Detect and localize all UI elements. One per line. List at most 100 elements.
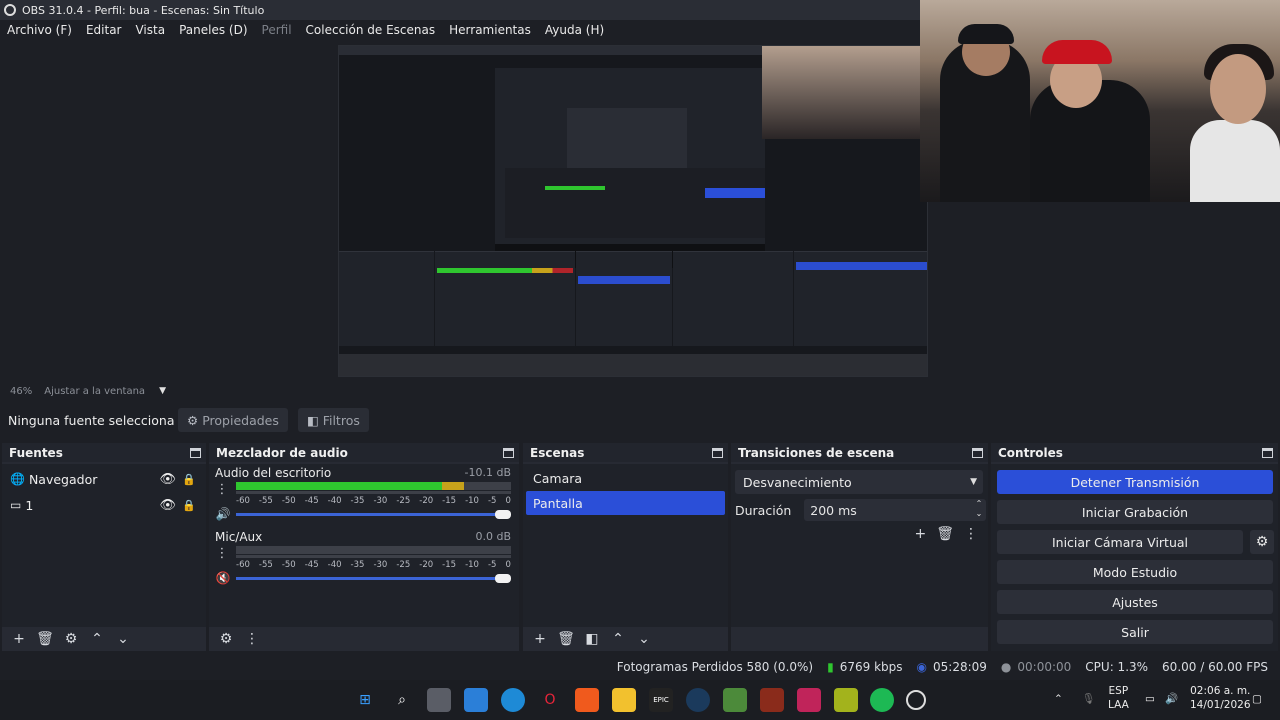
task-view-icon[interactable]: [427, 688, 451, 712]
duration-input[interactable]: 200 ms ⌃ ⌄: [804, 499, 987, 521]
lock-icon[interactable]: 🔒: [182, 473, 196, 486]
transitions-toolbar: [731, 627, 988, 651]
source-item[interactable]: 🌐 Navegador 👁 🔒: [2, 466, 206, 492]
scale-tick: -60: [236, 560, 250, 570]
chevron-up-icon[interactable]: ⌃: [605, 631, 631, 647]
edge-icon[interactable]: [501, 688, 525, 712]
transition-tools: + 🗑 ⋮: [914, 526, 978, 542]
eye-icon[interactable]: 👁: [159, 472, 176, 487]
spin-icon[interactable]: ⌃ ⌄: [976, 499, 983, 519]
volume-slider[interactable]: [236, 510, 511, 519]
scene-name: Camara: [533, 470, 583, 486]
windows-start-icon[interactable]: ⊞: [353, 688, 377, 712]
menu-vista[interactable]: Vista: [128, 23, 172, 37]
opera-icon[interactable]: O: [538, 688, 562, 712]
stop-stream-button[interactable]: Detener Transmisión: [997, 470, 1273, 494]
folder-icon[interactable]: [612, 688, 636, 712]
chevron-up-icon[interactable]: ⌃: [84, 631, 110, 647]
add-icon[interactable]: +: [527, 631, 553, 647]
float-dock-icon[interactable]: [503, 447, 514, 458]
store-icon[interactable]: [464, 688, 488, 712]
search-icon[interactable]: ⌕: [390, 688, 414, 712]
obs-icon[interactable]: [906, 690, 926, 710]
add-icon[interactable]: +: [914, 526, 926, 542]
more-options-icon[interactable]: ⋮: [964, 526, 978, 542]
epic-games-icon[interactable]: EPIC: [649, 688, 673, 712]
zoom-dropdown-icon[interactable]: ▼: [159, 386, 166, 396]
scene-item-selected[interactable]: Pantalla: [526, 491, 725, 515]
chevron-down-icon[interactable]: ⌄: [110, 631, 136, 647]
muted-speaker-icon[interactable]: 🔇: [215, 571, 231, 585]
scale-tick: -25: [396, 496, 411, 506]
trash-icon[interactable]: 🗑: [553, 631, 579, 647]
transition-select[interactable]: Desvanecimiento ▼: [735, 470, 983, 494]
scale-tick: -35: [350, 496, 365, 506]
meter-scale: -60 -55 -50 -45 -40 -35 -30 -25 -20 -15 -10 -5 0: [236, 560, 511, 570]
channel-name: Mic/Aux: [215, 530, 263, 544]
chevron-down-icon[interactable]: ⌄: [631, 631, 657, 647]
preview-canvas[interactable]: [0, 0, 1280, 382]
speaker-icon[interactable]: 🔊: [215, 507, 231, 521]
trash-icon[interactable]: 🗑: [936, 526, 954, 542]
menu-editar[interactable]: Editar: [79, 23, 129, 37]
scale-tick: -30: [373, 560, 388, 570]
microphone-icon[interactable]: 🎙: [1082, 692, 1095, 706]
source-item[interactable]: ▭ 1 👁 🔒: [2, 492, 206, 518]
stream-time-value: 05:28:09: [933, 660, 987, 674]
filters-button[interactable]: ◧ Filtros: [297, 408, 369, 432]
app-icon[interactable]: [834, 688, 858, 712]
meter-level: [236, 482, 465, 490]
float-dock-icon[interactable]: [190, 447, 201, 458]
record-icon: ●: [1000, 660, 1012, 674]
brave-icon[interactable]: [575, 688, 599, 712]
gear-icon[interactable]: ⚙: [58, 631, 84, 647]
add-icon[interactable]: +: [6, 631, 32, 647]
scale-tick: -15: [442, 560, 457, 570]
tray-chevron-icon[interactable]: ⌃: [1054, 692, 1063, 706]
transitions-title: Transiciones de escena: [738, 445, 895, 460]
eye-icon[interactable]: 👁: [159, 498, 176, 513]
float-dock-icon[interactable]: [1262, 447, 1273, 458]
advanced-audio-icon[interactable]: ⚙: [213, 631, 239, 647]
scene-item[interactable]: Camara: [526, 466, 725, 490]
lock-icon[interactable]: 🔒: [182, 499, 196, 512]
network-icon[interactable]: ▭: [1145, 692, 1155, 706]
more-options-icon[interactable]: ⋮: [215, 546, 229, 561]
start-record-button[interactable]: Iniciar Grabación: [997, 500, 1273, 524]
menu-coleccion[interactable]: Colección de Escenas: [299, 23, 443, 37]
gear-icon[interactable]: ⚙: [1250, 530, 1274, 554]
menu-ayuda[interactable]: Ayuda (H): [538, 23, 611, 37]
float-dock-icon[interactable]: [712, 447, 723, 458]
trash-icon[interactable]: 🗑: [32, 631, 58, 647]
language-indicator[interactable]: ESP LAA: [1108, 684, 1129, 712]
steam-icon[interactable]: [686, 688, 710, 712]
properties-button[interactable]: ⚙ Propiedades: [178, 408, 288, 432]
more-options-icon[interactable]: ⋮: [239, 631, 265, 647]
scale-tick: -20: [419, 496, 434, 506]
sources-toolbar: + 🗑 ⚙ ⌃ ⌄: [2, 627, 206, 651]
studio-mode-button[interactable]: Modo Estudio: [997, 560, 1273, 584]
spotify-icon[interactable]: [870, 688, 894, 712]
menu-perfil[interactable]: Perfil: [255, 23, 299, 37]
notification-icon[interactable]: ▢: [1252, 692, 1262, 706]
volume-icon[interactable]: 🔊: [1165, 692, 1178, 706]
more-options-icon[interactable]: ⋮: [215, 482, 229, 497]
game-icon[interactable]: [760, 688, 784, 712]
start-virtualcam-button[interactable]: Iniciar Cámara Virtual: [997, 530, 1243, 554]
status-bar: Fotogramas Perdidos 580 (0.0%) ▮ 6769 kbp…: [0, 654, 1280, 680]
zoom-fit-label[interactable]: Ajustar a la ventana: [44, 386, 145, 397]
volume-meter: [236, 546, 511, 558]
scale-tick: -55: [258, 560, 273, 570]
menu-archivo[interactable]: Archivo (F): [0, 23, 79, 37]
settings-button[interactable]: Ajustes: [997, 590, 1273, 614]
app-icon[interactable]: [797, 688, 821, 712]
broadcast-icon: ◉: [916, 660, 927, 674]
exit-button[interactable]: Salir: [997, 620, 1273, 644]
clock[interactable]: 02:06 a. m. 14/01/2026: [1190, 684, 1251, 712]
float-dock-icon[interactable]: [972, 447, 983, 458]
minecraft-icon[interactable]: [723, 688, 747, 712]
volume-slider[interactable]: [236, 574, 511, 583]
menu-paneles[interactable]: Paneles (D): [172, 23, 254, 37]
filter-icon[interactable]: ◧: [579, 631, 605, 647]
menu-herramientas[interactable]: Herramientas: [442, 23, 538, 37]
